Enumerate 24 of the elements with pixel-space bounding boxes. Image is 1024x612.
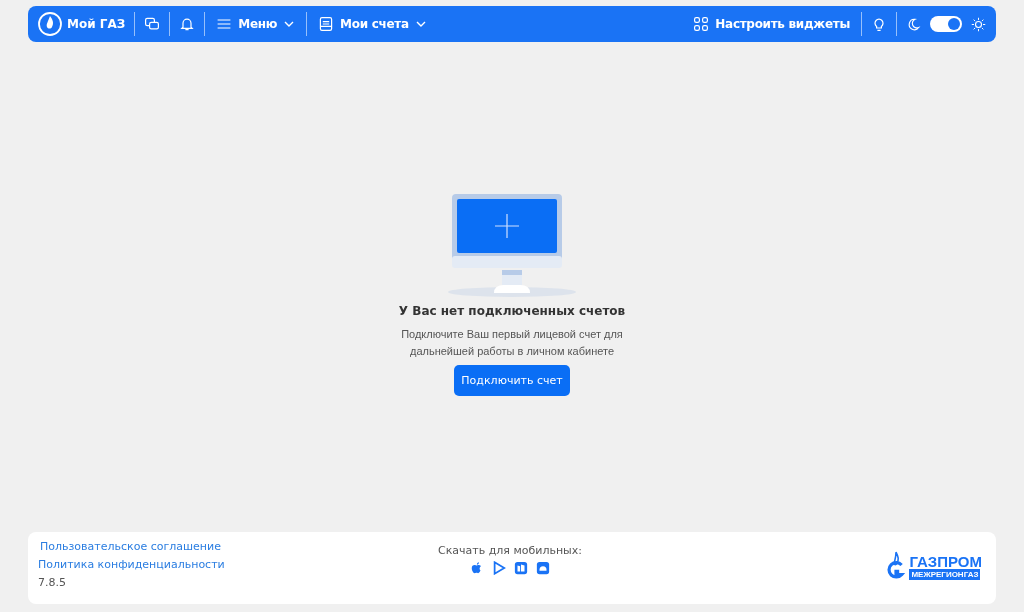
connect-account-button[interactable]: Подключить счет bbox=[454, 365, 570, 396]
download-label: Скачать для мобильных: bbox=[438, 544, 582, 557]
moon-icon bbox=[906, 16, 921, 32]
flame-logo-icon bbox=[38, 12, 62, 36]
empty-state-text: Подключите Ваш первый лицевой счет для дальнейшей работы в личном кабинете bbox=[400, 327, 624, 359]
footer-link[interactable]: Пользовательское соглашение bbox=[40, 540, 298, 554]
lightbulb-icon[interactable] bbox=[871, 16, 887, 32]
theme-toggle[interactable] bbox=[930, 16, 962, 32]
bell-icon[interactable] bbox=[179, 16, 196, 32]
widgets-button[interactable]: Настроить виджеты bbox=[691, 16, 852, 32]
footer-link[interactable]: Политика конфиденциальности bbox=[38, 558, 298, 572]
document-icon bbox=[318, 16, 335, 32]
chat-icon[interactable] bbox=[144, 16, 161, 32]
brand-link[interactable]: Мой ГАЗ bbox=[38, 12, 126, 36]
menu-icon bbox=[216, 16, 233, 32]
version-text: 7.8.5 bbox=[38, 576, 67, 589]
apple-icon[interactable] bbox=[470, 561, 484, 575]
accounts-button[interactable]: Мои счета bbox=[316, 16, 429, 32]
grid-icon bbox=[693, 16, 710, 32]
menu-button[interactable]: Меню bbox=[214, 16, 298, 32]
company-logo: ГАЗПРОМ МЕЖРЕГИОНГАЗ bbox=[722, 550, 982, 580]
empty-state-title: У Вас нет подключенных счетов bbox=[398, 304, 626, 318]
sun-icon bbox=[971, 16, 986, 32]
play-store-icon[interactable] bbox=[492, 561, 506, 575]
